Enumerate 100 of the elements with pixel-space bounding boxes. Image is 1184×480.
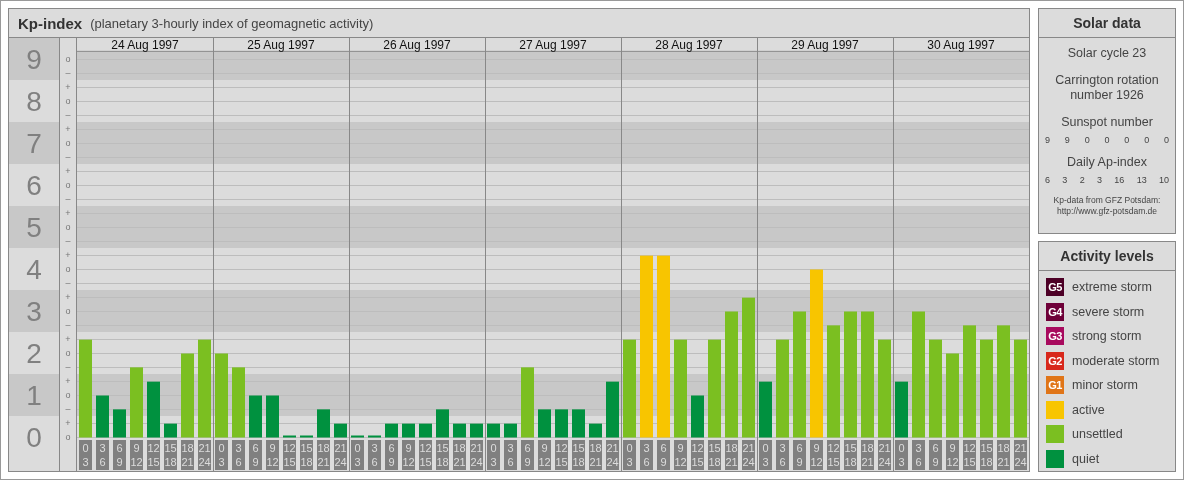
axis-label: 4 [26, 254, 42, 285]
date-label: 27 Aug 1997 [519, 38, 587, 52]
axis-label: 2 [26, 338, 42, 369]
minor-tick-label: o [65, 390, 71, 400]
minor-tick-label: o [65, 96, 71, 106]
time-slot-label: 12 15 [555, 440, 568, 470]
ap-value: 3 [1062, 175, 1068, 185]
time-slot-label: 21 24 [742, 440, 755, 470]
minor-tick-label: + [65, 82, 71, 92]
time-slot-label: 15 18 [844, 440, 857, 470]
axis-label: 6 [26, 170, 42, 201]
sunspot-value: 0 [1124, 135, 1130, 145]
minor-tick-label: + [65, 166, 71, 176]
carrington-rotation: Carrington rotation number 1926 [1054, 73, 1160, 103]
minor-tick-label: – [65, 278, 71, 288]
bar [759, 381, 772, 438]
minor-tick-label: + [65, 208, 71, 218]
time-slot-label: 3 6 [640, 440, 653, 470]
time-slot-label: 12 15 [283, 440, 296, 470]
axis-label: 3 [26, 296, 42, 327]
ap-value: 10 [1158, 175, 1169, 185]
time-slot-label: 12 15 [147, 440, 160, 470]
time-slot-label: 9 12 [402, 440, 415, 470]
source-url: http://www.gfz-potsdam.de [1055, 206, 1159, 217]
minor-tick-label: o [65, 54, 71, 64]
time-slot-label: 12 15 [691, 440, 704, 470]
time-slot-label: 18 21 [181, 440, 194, 470]
time-slot-label: 15 18 [708, 440, 721, 470]
time-slot-label: 18 21 [997, 440, 1010, 470]
time-slot-label: 6 9 [249, 440, 262, 470]
time-slot-label: 3 6 [96, 440, 109, 470]
bar [96, 395, 109, 438]
legend-label: severe storm [1072, 304, 1145, 319]
sunspot-value: 9 [1045, 135, 1050, 145]
axis-label: 5 [26, 212, 42, 243]
date-label: 29 Aug 1997 [791, 38, 859, 52]
sunspot-value: 0 [1104, 135, 1110, 145]
minor-tick-label: + [65, 124, 71, 134]
time-slot-label: 3 6 [368, 440, 381, 470]
time-slot-label: 18 21 [861, 440, 874, 470]
time-slot-label: 0 3 [895, 440, 908, 470]
time-slot-label: 0 3 [759, 440, 772, 470]
ap-value: 2 [1079, 175, 1085, 185]
minor-tick-label: – [65, 68, 71, 78]
bar [606, 381, 619, 438]
minor-tick-label: o [65, 180, 71, 190]
time-slot-label: 9 12 [810, 440, 823, 470]
time-slot-label: 12 15 [827, 440, 840, 470]
time-slot-label: 15 18 [436, 440, 449, 470]
legend-label: unsettled [1072, 427, 1123, 441]
axis-label: 8 [26, 86, 42, 117]
time-slot-label: 21 24 [878, 440, 891, 470]
time-slot-label: 15 18 [300, 440, 313, 470]
time-slot-label: 9 12 [130, 440, 143, 470]
minor-tick-label: o [65, 264, 71, 274]
date-label: 24 Aug 1997 [111, 38, 179, 52]
time-slot-label: 6 9 [385, 440, 398, 470]
minor-tick-label: + [65, 250, 71, 260]
sunspot-value: 0 [1163, 135, 1169, 145]
panel-title: Activity levels [1039, 242, 1175, 271]
time-slot-label: 18 21 [317, 440, 330, 470]
time-slot-label: 0 3 [215, 440, 228, 470]
date-label: 25 Aug 1997 [247, 38, 315, 52]
section-title: Daily Ap-index [1066, 155, 1148, 170]
section-title: Sunspot number [1060, 115, 1154, 130]
bar [266, 395, 279, 438]
bar [351, 435, 364, 438]
legend-label: active [1072, 402, 1105, 417]
bar [521, 367, 534, 438]
legend-label: quiet [1072, 451, 1100, 466]
time-slot-label: 15 18 [572, 440, 585, 470]
bar [572, 409, 585, 438]
time-slot-label: 6 9 [113, 440, 126, 470]
bar [147, 381, 160, 438]
minor-tick-label: o [65, 432, 71, 442]
bar [368, 435, 381, 438]
time-slot-label: 6 9 [929, 440, 942, 470]
bar [300, 435, 313, 438]
time-slot-label: 18 21 [725, 440, 738, 470]
legend-label: moderate storm [1072, 353, 1160, 368]
sunspot-value: 0 [1084, 135, 1090, 145]
ap-value: 16 [1114, 175, 1125, 185]
time-slot-label: 6 9 [657, 440, 670, 470]
time-slot-label: 6 9 [521, 440, 534, 470]
minor-tick-label: – [65, 362, 71, 372]
axis-label: 9 [26, 44, 42, 75]
source-note: Kp-data from GFZ Potsdam: [1052, 195, 1162, 206]
sunspot-value: 0 [1144, 135, 1150, 145]
color-swatch: G5 [1046, 278, 1064, 296]
panel-title: Kp-index [18, 14, 83, 32]
color-swatch: G4 [1046, 302, 1064, 321]
minor-tick-label: + [65, 418, 71, 428]
panel-subtitle: (planetary 3-hourly index of geomagnetic activity) [90, 15, 374, 31]
time-slot-label: 21 24 [606, 440, 619, 470]
bar [555, 409, 568, 438]
bar [283, 435, 296, 438]
legend-label: strong storm [1072, 329, 1142, 343]
bar [436, 409, 449, 438]
time-slot-label: 0 3 [623, 440, 636, 470]
axis-label: 1 [26, 380, 42, 411]
